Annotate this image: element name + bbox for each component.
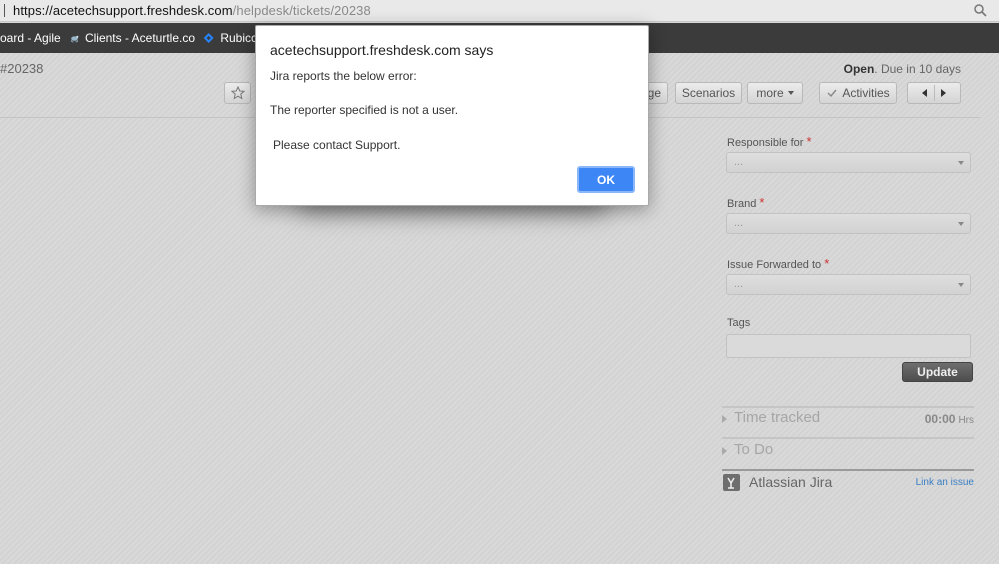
brand-select[interactable]: ... — [726, 213, 971, 234]
forwarded-label: Issue Forwarded to * — [727, 256, 830, 271]
time-tracked-value: 00:00 Hrs — [924, 412, 974, 426]
zoom-icon[interactable] — [973, 3, 987, 17]
star-button[interactable] — [224, 82, 251, 104]
more-button[interactable]: more — [747, 82, 803, 104]
update-button[interactable]: Update — [902, 362, 973, 382]
tags-label: Tags — [727, 317, 751, 329]
link-issue-link[interactable]: Link an issue — [916, 477, 974, 488]
jira-diamond-icon — [203, 33, 214, 43]
expand-arrow-icon — [722, 447, 727, 455]
address-bar[interactable]: https://acetechsupport.freshdesk.com/hel… — [0, 0, 999, 22]
alert-line-2: The reporter specified is not a user. — [270, 103, 459, 117]
activities-button[interactable]: Activities — [819, 82, 897, 104]
alert-line-1: Jira reports the below error: — [270, 69, 417, 83]
bookmark-rubicon[interactable]: Rubicc — [203, 23, 257, 53]
todo-title: To Do — [734, 441, 774, 458]
brand-label: Brand * — [727, 195, 765, 210]
star-icon — [230, 86, 245, 100]
jira-icon — [723, 474, 740, 491]
chevron-down-icon — [787, 91, 794, 95]
tags-input[interactable] — [726, 334, 971, 358]
ticket-status: Open. Due in 10 days — [843, 62, 961, 76]
next-arrow-icon[interactable] — [941, 89, 946, 97]
forwarded-select[interactable]: ... — [726, 274, 971, 295]
dropdown-arrow-icon — [958, 222, 964, 226]
time-tracked-title: Time tracked — [734, 409, 821, 426]
text-caret — [4, 4, 5, 17]
scenarios-button[interactable]: Scenarios — [675, 82, 742, 104]
alert-dialog: acetechsupport.freshdesk.com says Jira r… — [255, 25, 649, 206]
alert-title: acetechsupport.freshdesk.com says — [270, 42, 494, 58]
turtle-icon — [70, 35, 79, 43]
alert-line-3: Please contact Support. — [273, 138, 401, 152]
pager-buttons — [907, 82, 961, 104]
responsible-select[interactable]: ... — [726, 152, 971, 173]
todo-section[interactable]: To Do — [722, 437, 974, 469]
time-tracked-section[interactable]: Time tracked 00:00 Hrs — [722, 406, 974, 437]
ok-button[interactable]: OK — [577, 166, 635, 193]
ticket-id: #20238 — [0, 61, 44, 76]
pager-divider — [934, 85, 935, 101]
jira-title: Atlassian Jira — [749, 474, 833, 490]
responsible-label: Responsible for * — [727, 134, 812, 149]
dropdown-arrow-icon — [958, 161, 964, 165]
dropdown-arrow-icon — [958, 283, 964, 287]
bookmark-clients[interactable]: Clients - Aceturtle.co — [70, 23, 195, 53]
jira-section: Atlassian Jira Link an issue — [722, 469, 974, 491]
prev-arrow-icon[interactable] — [922, 89, 927, 97]
url-text[interactable]: https://acetechsupport.freshdesk.com/hel… — [13, 3, 371, 18]
check-icon — [827, 89, 837, 98]
bookmark-board[interactable]: oard - Agile — [0, 23, 61, 53]
expand-arrow-icon — [722, 415, 727, 423]
